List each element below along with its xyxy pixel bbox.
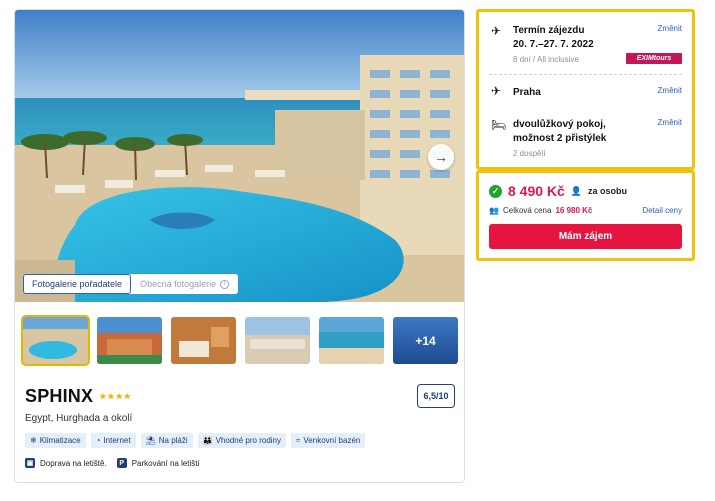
transport-label: Doprava na letiště. [40, 458, 107, 468]
transport-info: ▣ Doprava na letiště. P Parkování na let… [25, 458, 199, 468]
more-photos-label: +14 [415, 333, 436, 348]
per-person-label: za osobu [588, 186, 628, 196]
trip-summary: ✈ Termín zájezdu 20. 7.–27. 7. 2022 8 dn… [476, 9, 695, 170]
gallery-switch: Fotogalerie pořadatele Obecná fotogaleri… [23, 274, 239, 294]
pool-icon: ≈ [296, 436, 301, 445]
transport-label: Parkování na letišti [131, 458, 200, 468]
price-detail-link[interactable]: Detail ceny [642, 206, 682, 215]
transport-item: ▣ Doprava na letiště. [25, 458, 107, 468]
plane-takeoff-icon: ✈ [491, 24, 502, 38]
amenity-tag: ❄ Klimatizace [25, 433, 86, 448]
term-dates: 20. 7.–27. 7. 2022 [513, 39, 594, 50]
star-rating: ★★★★ [99, 392, 132, 401]
bus-icon: ▣ [25, 458, 35, 468]
hotel-name: SPHINX [25, 386, 94, 406]
tab-general-gallery[interactable]: Obecná fotogalerie i [131, 274, 238, 294]
thumbnail[interactable] [319, 317, 384, 364]
amenity-tag: 👪 Vhodné pro rodiny [197, 433, 287, 448]
room-line-1: dvoulůžkový pokoj, [513, 119, 606, 130]
total-price-row: 👥 Celková cena 16 980 Kč [489, 206, 592, 215]
term-title: Termín zájezdu [513, 25, 585, 36]
next-photo-button[interactable]: → [428, 144, 454, 170]
change-departure-link[interactable]: Změnit [658, 86, 682, 95]
amenity-tag: ⛱ Na pláži [140, 433, 193, 448]
operator-logo: EXIMtours [626, 53, 682, 64]
price-per-person: 8 490 Kč [508, 183, 565, 199]
interest-button[interactable]: Mám zájem [489, 224, 682, 249]
parking-icon: P [116, 458, 127, 468]
room-occupancy: 2 dospělí [513, 149, 546, 158]
plane-icon: ✈ [491, 84, 502, 98]
amenity-label: Na pláži [158, 436, 188, 445]
person-icon: 👤 [570, 185, 583, 196]
hotel-card: → Fotogalerie pořadatele Obecná fotogale… [14, 9, 465, 483]
room-line-2: možnost 2 přistýlek [513, 133, 607, 144]
thumbnail-strip: +14 [21, 315, 458, 366]
people-icon: 👥 [489, 206, 499, 215]
amenity-label: Vhodné pro rodiny [215, 436, 282, 445]
thumbnail[interactable] [21, 315, 90, 366]
departure-city: Praha [513, 87, 541, 98]
more-photos-button[interactable]: +14 [393, 317, 458, 364]
tab-organizer-gallery[interactable]: Fotogalerie pořadatele [23, 274, 132, 294]
beach-icon: ⛱ [145, 436, 156, 445]
total-price: 16 980 Kč [555, 206, 593, 215]
hotel-title: SPHINX ★★★★ [25, 386, 132, 407]
amenity-list: ❄ Klimatizace ◔ Internet ⛱ Na pláži 👪 Vh… [25, 433, 366, 448]
tab-label: Obecná fotogalerie [140, 279, 217, 289]
hero-photo[interactable] [15, 10, 464, 302]
thumbnail[interactable] [97, 317, 162, 364]
transport-item: P Parkování na letišti [116, 458, 200, 468]
amenity-tag: ◔ Internet [90, 433, 136, 448]
divider [489, 74, 682, 75]
arrow-right-icon: → [434, 149, 448, 165]
price-box: ✓ 8 490 Kč 👤 za osobu 👥 Celková cena 16 … [476, 170, 695, 261]
family-icon: 👪 [202, 436, 213, 445]
change-room-link[interactable]: Změnit [658, 118, 682, 127]
review-rating-badge[interactable]: 6,5/10 [417, 384, 455, 408]
total-label: Celková cena [502, 206, 552, 215]
term-sub: 8 dní / All inclusive [513, 55, 579, 64]
amenity-label: Internet [103, 436, 131, 445]
thumbnail[interactable] [245, 317, 310, 364]
wifi-icon: ◔ [95, 436, 101, 445]
snowflake-icon: ❄ [30, 436, 37, 445]
price-row: ✓ 8 490 Kč 👤 za osobu [489, 183, 627, 199]
amenity-tag: ≈ Venkovní bazén [291, 433, 366, 448]
amenity-label: Klimatizace [39, 436, 81, 445]
amenity-label: Venkovní bazén [303, 436, 361, 445]
check-icon: ✓ [489, 184, 502, 198]
tab-label: Fotogalerie pořadatele [32, 279, 123, 289]
change-term-link[interactable]: Změnit [658, 24, 682, 33]
thumbnail[interactable] [171, 317, 236, 364]
bed-icon: 🛏 [491, 118, 507, 132]
info-icon[interactable]: i [220, 279, 230, 289]
hotel-location: Egypt, Hurghada a okolí [25, 413, 133, 424]
